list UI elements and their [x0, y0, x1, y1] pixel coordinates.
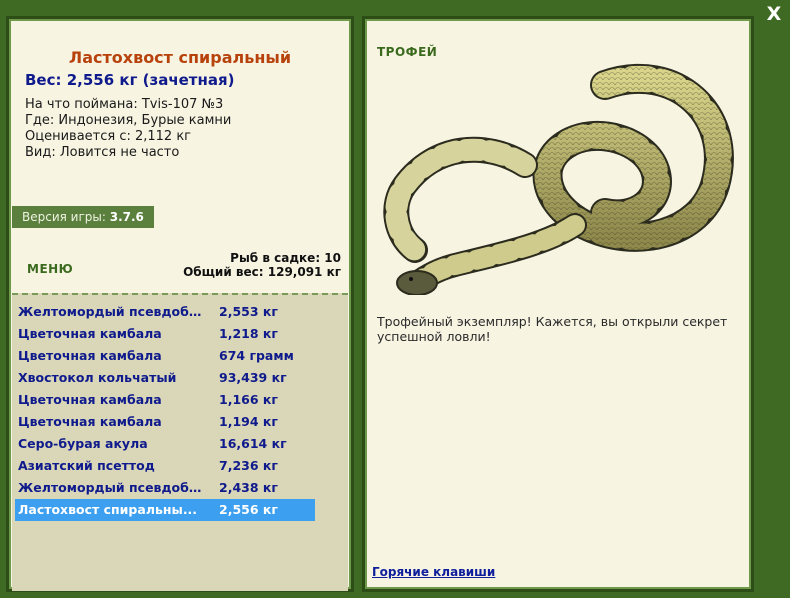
fish-weight: Вес: 2,556 кг (зачетная) [25, 71, 235, 89]
info-rating-threshold: Оценивается с: 2,112 кг [25, 129, 192, 144]
info-bait: На что поймана: Tvis-107 №3 [25, 97, 224, 112]
catch-fish-name: Хвостокол кольчатый [18, 370, 177, 385]
catch-list-item[interactable]: Азиатский псеттод 7,236 кг [15, 455, 315, 477]
info-location: Где: Индонезия, Бурые камни [25, 113, 232, 128]
catch-fish-weight: 1,218 кг [219, 326, 278, 341]
catch-fish-weight: 16,614 кг [219, 436, 287, 451]
menu-button[interactable]: МЕНЮ [27, 262, 73, 276]
catch-fish-name: Желтомордый псевдоба... [18, 480, 203, 495]
catch-fish-weight: 1,194 кг [219, 414, 278, 429]
close-button[interactable]: X [763, 3, 785, 25]
catch-list-item[interactable]: Хвостокол кольчатый 93,439 кг [15, 367, 315, 389]
catch-list: Желтомордый псевдоба... 2,553 кг Цветочная… [12, 293, 348, 591]
catch-fish-name: Ластохвост спиральны... [18, 502, 198, 517]
sea-snake-image [383, 63, 734, 295]
catch-fish-weight: 2,553 кг [219, 304, 278, 319]
catch-fish-name: Цветочная камбала [18, 392, 162, 407]
catch-fish-name: Цветочная камбала [18, 348, 162, 363]
catch-list-item[interactable]: Цветочная камбала 1,218 кг [15, 323, 315, 345]
catch-fish-name: Серо-бурая акула [18, 436, 148, 451]
fish-count: Рыб в садке: 10 [230, 251, 341, 265]
fish-name-title: Ластохвост спиральный [68, 48, 292, 67]
total-weight: Общий вес: 129,091 кг [183, 265, 341, 279]
hotkeys-link[interactable]: Горячие клавиши [372, 565, 495, 579]
info-species-rarity: Вид: Ловится не часто [25, 145, 180, 160]
catch-fish-name: Цветочная камбала [18, 326, 162, 341]
version-label: Версия игры: [22, 210, 106, 224]
catch-fish-name: Желтомордый псевдоба... [18, 304, 203, 319]
catch-info-panel: Ластохвост спиральный Вес: 2,556 кг (зач… [6, 16, 354, 592]
catch-fish-weight: 2,556 кг [219, 502, 278, 517]
version-bar: Версия игры: 3.7.6 [12, 206, 154, 228]
catch-fish-weight: 93,439 кг [219, 370, 287, 385]
catch-fish-name: Цветочная камбала [18, 414, 162, 429]
trophy-panel: ТРОФЕЙ Трофейный экземпляр! Кажется, вы … [362, 16, 754, 592]
catch-list-item[interactable]: Ластохвост спиральны... 2,556 кг [15, 499, 315, 521]
catch-list-item[interactable]: Серо-бурая акула 16,614 кг [15, 433, 315, 455]
catch-list-item[interactable]: Желтомордый псевдоба... 2,438 кг [15, 477, 315, 499]
catch-fish-weight: 2,438 кг [219, 480, 278, 495]
catch-fish-weight: 1,166 кг [219, 392, 278, 407]
catch-list-item[interactable]: Цветочная камбала 674 грамм [15, 345, 315, 367]
version-value: 3.7.6 [109, 210, 144, 224]
catch-fish-weight: 7,236 кг [219, 458, 278, 473]
catch-list-item[interactable]: Цветочная камбала 1,194 кг [15, 411, 315, 433]
catch-list-item[interactable]: Цветочная камбала 1,166 кг [15, 389, 315, 411]
catch-fish-name: Азиатский псеттод [18, 458, 155, 473]
catch-list-item[interactable]: Желтомордый псевдоба... 2,553 кг [15, 301, 315, 323]
snake-body [383, 63, 734, 295]
trophy-message: Трофейный экземпляр! Кажется, вы открыли… [377, 314, 728, 344]
catch-fish-weight: 674 грамм [219, 348, 294, 363]
